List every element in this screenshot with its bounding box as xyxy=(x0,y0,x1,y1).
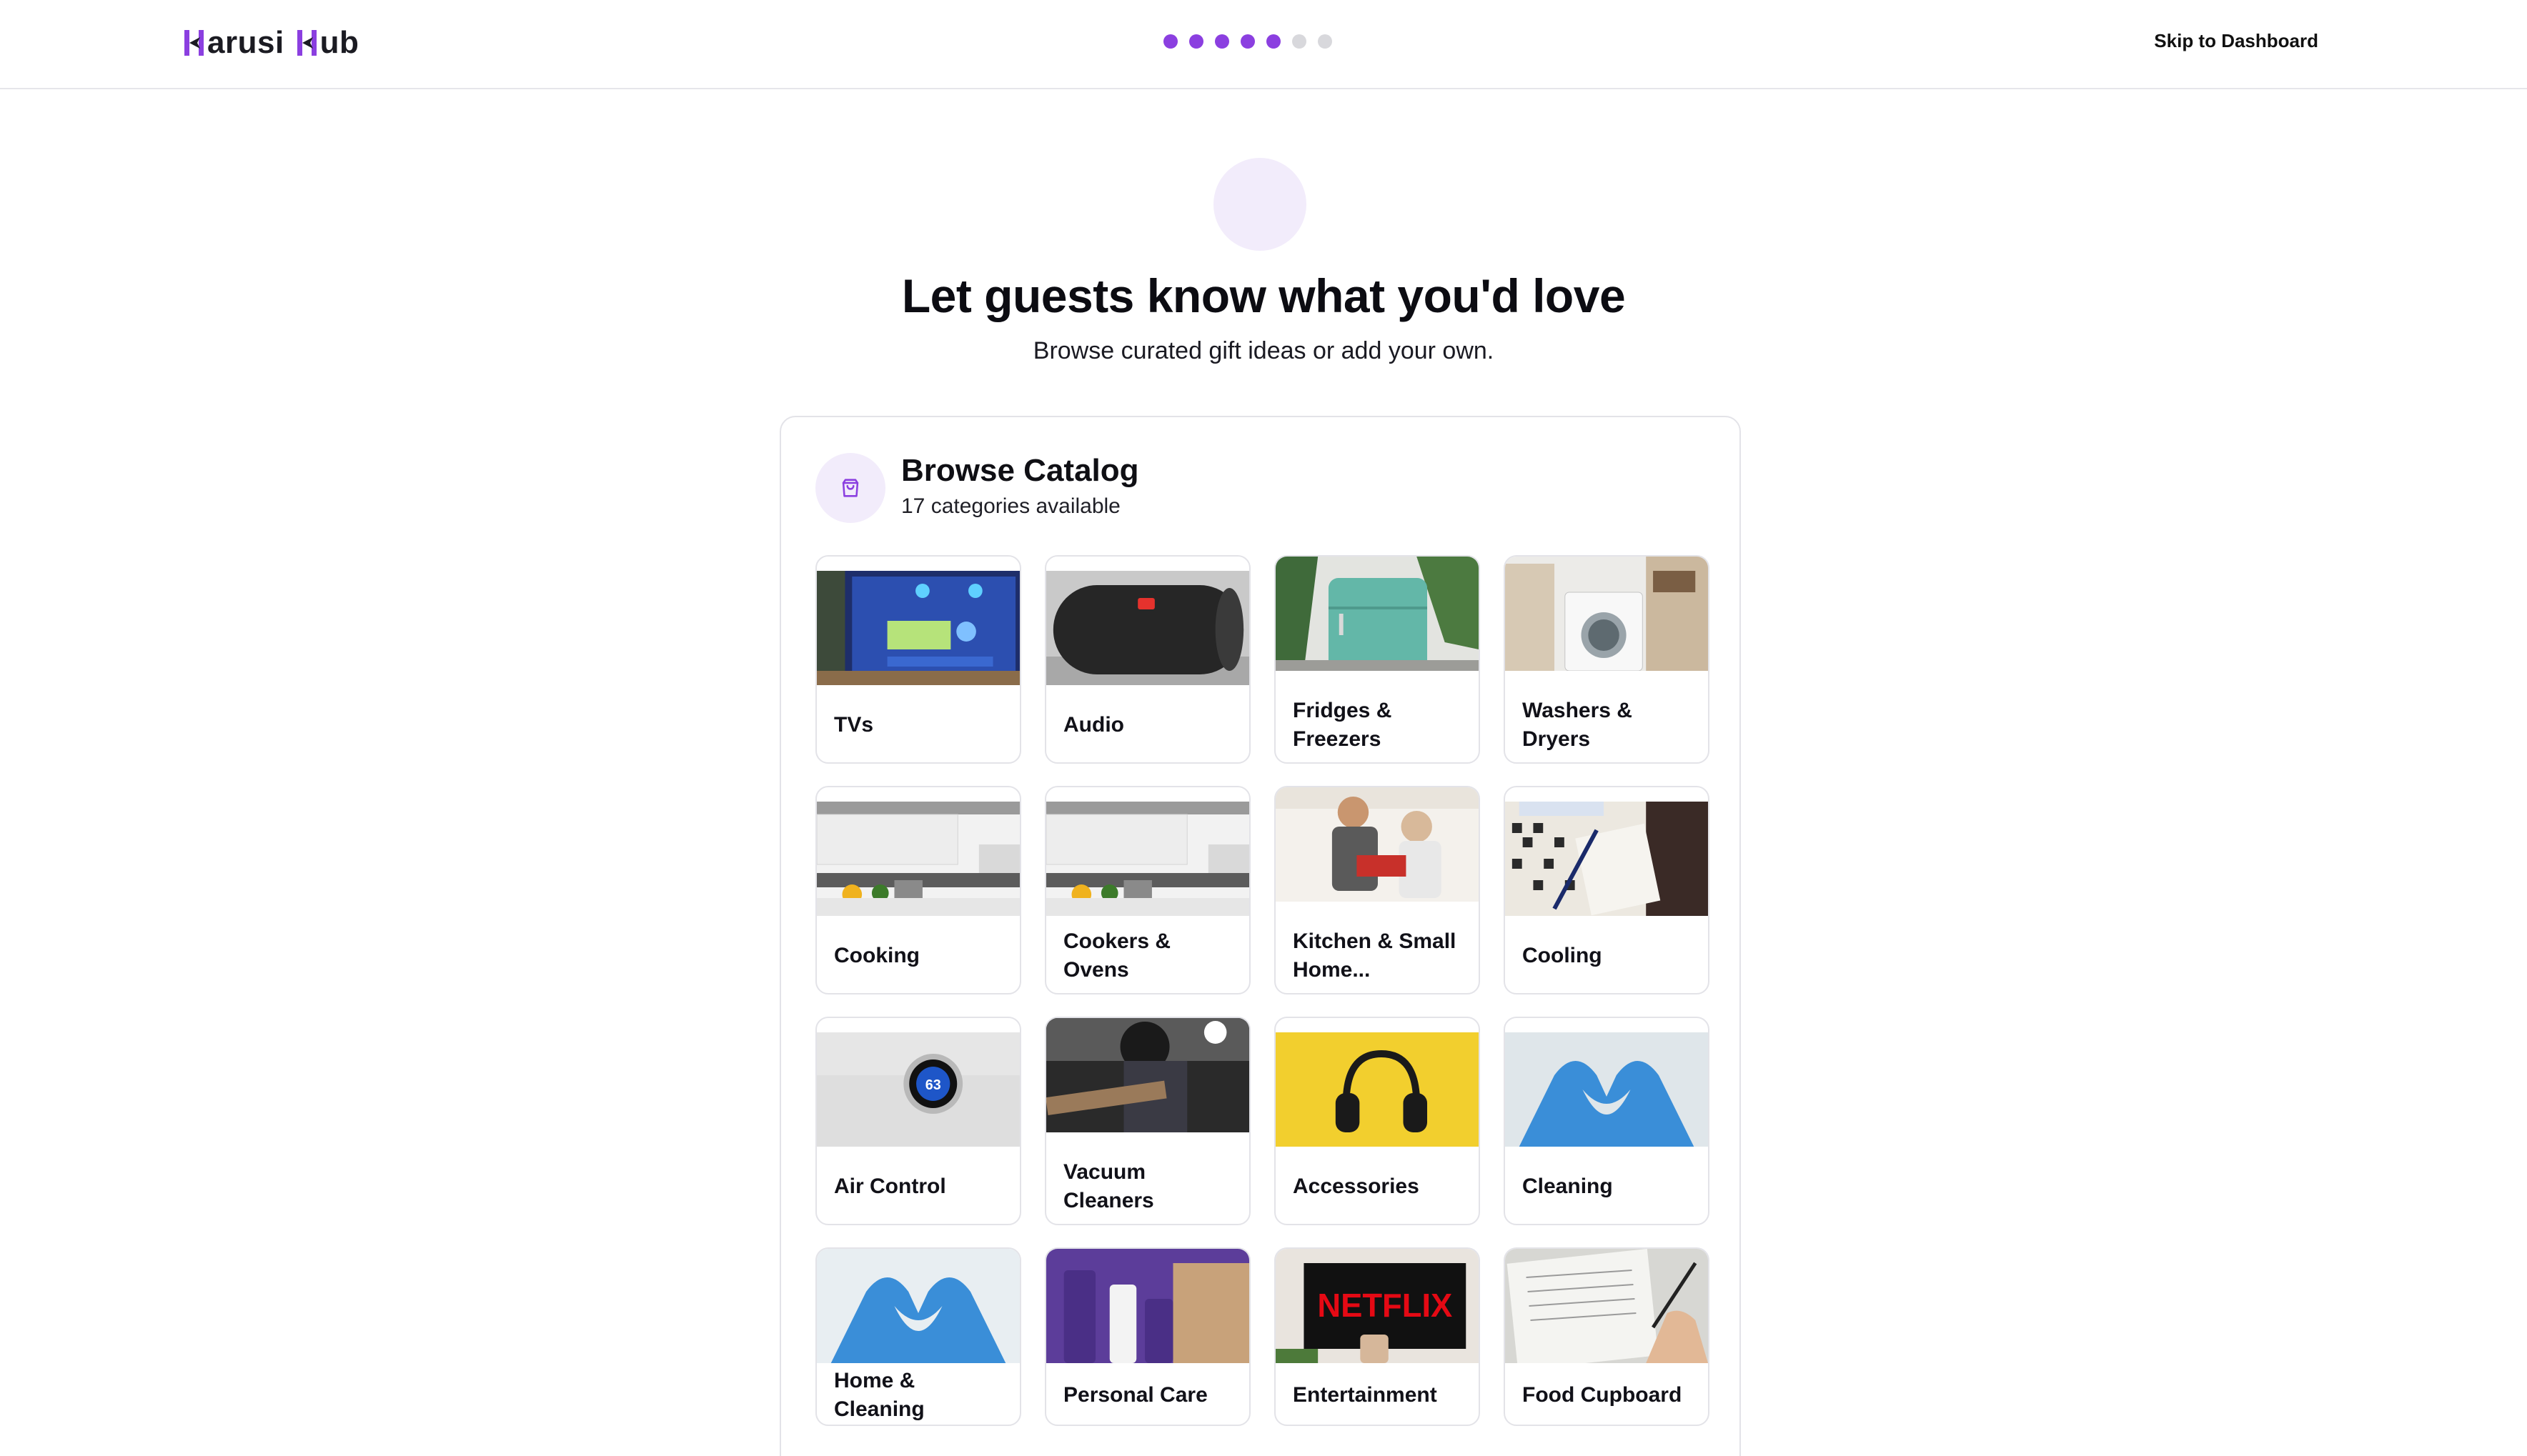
step-dot-5 xyxy=(1266,34,1281,49)
category-label: Vacuum Cleaners xyxy=(1063,1160,1154,1212)
logo-h-icon xyxy=(183,27,206,59)
category-label: TVs xyxy=(834,713,874,737)
glove-heart-image xyxy=(817,1249,1020,1363)
category-label: Entertainment xyxy=(1293,1383,1437,1407)
category-label: Air Control xyxy=(834,1175,946,1198)
category-tile-kitchen-small-home[interactable]: Kitchen & Small Home... xyxy=(1274,786,1480,994)
logo-text-first: arusi xyxy=(207,25,284,60)
logo-h-icon-2 xyxy=(296,27,319,59)
progress-stepper xyxy=(1163,34,1332,49)
category-tile-cookers-ovens[interactable]: Cookers & Ovens xyxy=(1045,786,1251,994)
category-tile-air-control[interactable]: 63 Air Control xyxy=(815,1017,1021,1225)
category-tile-cooking[interactable]: Cooking xyxy=(815,786,1021,994)
category-label: Accessories xyxy=(1293,1175,1419,1198)
catalog-title: Browse Catalog xyxy=(901,453,1139,488)
category-label: Cleaning xyxy=(1522,1175,1613,1198)
top-bar: arusi ub Skip to Dashboard xyxy=(0,0,2527,89)
welder-image xyxy=(1046,1018,1249,1132)
category-tile-washers-dryers[interactable]: Washers & Dryers xyxy=(1504,555,1709,764)
category-label: Personal Care xyxy=(1063,1383,1208,1407)
category-tile-vacuum-cleaners[interactable]: Vacuum Cleaners xyxy=(1045,1017,1251,1225)
category-tile-food-cupboard[interactable]: Food Cupboard xyxy=(1504,1247,1709,1426)
fridge-image xyxy=(1276,557,1479,671)
washer-image xyxy=(1505,557,1708,671)
category-label: Cooling xyxy=(1522,944,1602,967)
logo-text-second: ub xyxy=(319,25,359,60)
category-tile-personal-care[interactable]: Personal Care xyxy=(1045,1247,1251,1426)
step-dot-7 xyxy=(1318,34,1332,49)
category-label: Kitchen & Small Home... xyxy=(1293,929,1456,982)
thermostat-image: 63 xyxy=(817,1032,1020,1147)
netflix-logo-text: NETFLIX xyxy=(1317,1287,1452,1324)
step-dot-6 xyxy=(1292,34,1306,49)
page-title: Let guests know what you'd love xyxy=(901,269,1626,322)
category-label: Home & Cleaning xyxy=(834,1369,925,1421)
glove-heart-image xyxy=(1505,1032,1708,1147)
shopping-bag-icon xyxy=(815,453,885,523)
category-tile-audio[interactable]: Audio xyxy=(1045,555,1251,764)
step-dot-4 xyxy=(1241,34,1255,49)
category-tile-accessories[interactable]: Accessories xyxy=(1274,1017,1480,1225)
category-label: Audio xyxy=(1063,713,1124,737)
category-tile-cleaning[interactable]: Cleaning xyxy=(1504,1017,1709,1225)
notebook-image xyxy=(1505,1249,1708,1363)
step-dot-2 xyxy=(1189,34,1203,49)
step-dot-3 xyxy=(1215,34,1229,49)
thermostat-readout: 63 xyxy=(925,1077,941,1093)
crossword-image xyxy=(1505,802,1708,916)
category-label: Cooking xyxy=(834,944,920,967)
hero-icon-circle xyxy=(1213,158,1306,251)
category-label: Washers & Dryers xyxy=(1522,699,1632,751)
category-tile-home-cleaning[interactable]: Home & Cleaning xyxy=(815,1247,1021,1426)
category-tile-entertainment[interactable]: NETFLIX Entertainment xyxy=(1274,1247,1480,1426)
skip-to-dashboard-button[interactable]: Skip to Dashboard xyxy=(2154,30,2318,52)
category-tile-fridges-freezers[interactable]: Fridges & Freezers xyxy=(1274,555,1480,764)
category-label: Cookers & Ovens xyxy=(1063,929,1171,982)
step-dot-1 xyxy=(1163,34,1178,49)
kitchen-image xyxy=(817,802,1020,916)
category-label: Fridges & Freezers xyxy=(1293,699,1392,751)
logo[interactable]: arusi ub xyxy=(183,21,359,64)
catalog-count: 17 categories available xyxy=(901,494,1121,518)
category-tile-tvs[interactable]: TVs xyxy=(815,555,1021,764)
speaker-image xyxy=(1046,571,1249,685)
browse-catalog-card: Browse Catalog 17 categories available T… xyxy=(780,416,1741,1456)
tv-image xyxy=(817,571,1020,685)
kitchen-image xyxy=(1046,802,1249,916)
category-tile-cooling[interactable]: Cooling xyxy=(1504,786,1709,994)
category-label: Food Cupboard xyxy=(1522,1383,1682,1407)
netflix-image: NETFLIX xyxy=(1276,1249,1479,1363)
page-subtitle: Browse curated gift ideas or add your ow… xyxy=(1033,337,1494,364)
people-kitchen-image xyxy=(1276,787,1479,902)
headphones-image xyxy=(1276,1032,1479,1147)
cosmetics-image xyxy=(1046,1249,1249,1363)
